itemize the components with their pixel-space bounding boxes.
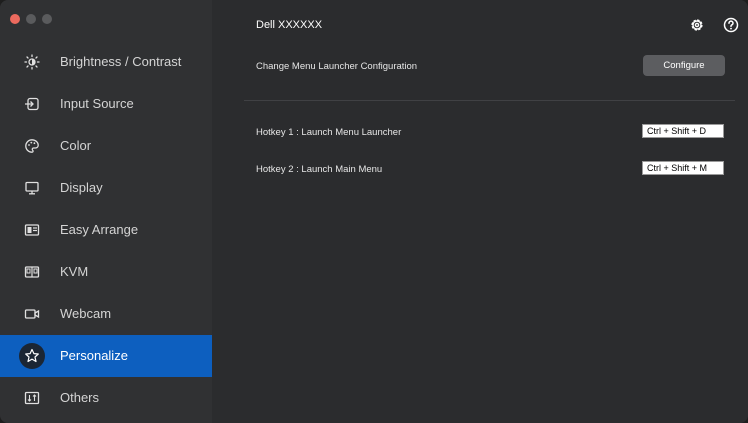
- help-icon[interactable]: [721, 15, 741, 35]
- main-panel: Dell XXXXXX Change Menu Launcher Configu…: [212, 0, 748, 423]
- color-palette-icon: [19, 133, 45, 159]
- sidebar-item-brightness-contrast[interactable]: Brightness / Contrast: [0, 41, 212, 83]
- sidebar-item-easy-arrange[interactable]: Easy Arrange: [0, 209, 212, 251]
- minimize-window-button[interactable]: [26, 14, 36, 24]
- section-divider: [244, 100, 735, 101]
- sidebar-item-label: Brightness / Contrast: [60, 54, 182, 69]
- app-window: Brightness / Contrast Input Source Color…: [0, 0, 748, 423]
- sidebar: Brightness / Contrast Input Source Color…: [0, 0, 212, 423]
- sidebar-item-webcam[interactable]: Webcam: [0, 293, 212, 335]
- sidebar-item-label: Webcam: [60, 306, 112, 321]
- sidebar-item-input-source[interactable]: Input Source: [0, 83, 212, 125]
- sidebar-item-display[interactable]: Display: [0, 167, 212, 209]
- hotkey2-field[interactable]: Ctrl + Shift + M: [642, 161, 724, 175]
- monitor-icon: [19, 175, 45, 201]
- sidebar-item-label: Easy Arrange: [60, 222, 139, 237]
- kvm-icon: [19, 259, 45, 285]
- brightness-icon: [19, 49, 45, 75]
- zoom-window-button[interactable]: [42, 14, 52, 24]
- star-icon: [19, 343, 45, 369]
- configure-button[interactable]: Configure: [643, 55, 725, 76]
- settings-gear-icon[interactable]: [687, 15, 707, 35]
- sidebar-item-label: Others: [60, 390, 100, 405]
- window-title: Dell XXXXXX: [256, 19, 323, 31]
- webcam-icon: [19, 301, 45, 327]
- sidebar-item-label: Display: [60, 180, 103, 195]
- sidebar-item-color[interactable]: Color: [0, 125, 212, 167]
- sidebar-item-label: Personalize: [60, 348, 128, 363]
- launcher-config-label: Change Menu Launcher Configuration: [256, 61, 418, 72]
- sidebar-item-label: Input Source: [60, 96, 134, 111]
- sidebar-item-label: KVM: [60, 264, 89, 279]
- sidebar-item-personalize[interactable]: Personalize: [0, 335, 212, 377]
- sidebar-nav: Brightness / Contrast Input Source Color…: [0, 41, 212, 419]
- input-source-icon: [19, 91, 45, 117]
- sidebar-item-label: Color: [60, 138, 92, 153]
- window-controls: [10, 14, 52, 24]
- hotkey2-label: Hotkey 2 : Launch Main Menu: [256, 164, 383, 175]
- hotkey1-field[interactable]: Ctrl + Shift + D: [642, 124, 724, 138]
- sidebar-item-others[interactable]: Others: [0, 377, 212, 419]
- close-window-button[interactable]: [10, 14, 20, 24]
- sidebar-item-kvm[interactable]: KVM: [0, 251, 212, 293]
- others-icon: [19, 385, 45, 411]
- easy-arrange-icon: [19, 217, 45, 243]
- hotkey1-label: Hotkey 1 : Launch Menu Launcher: [256, 127, 402, 138]
